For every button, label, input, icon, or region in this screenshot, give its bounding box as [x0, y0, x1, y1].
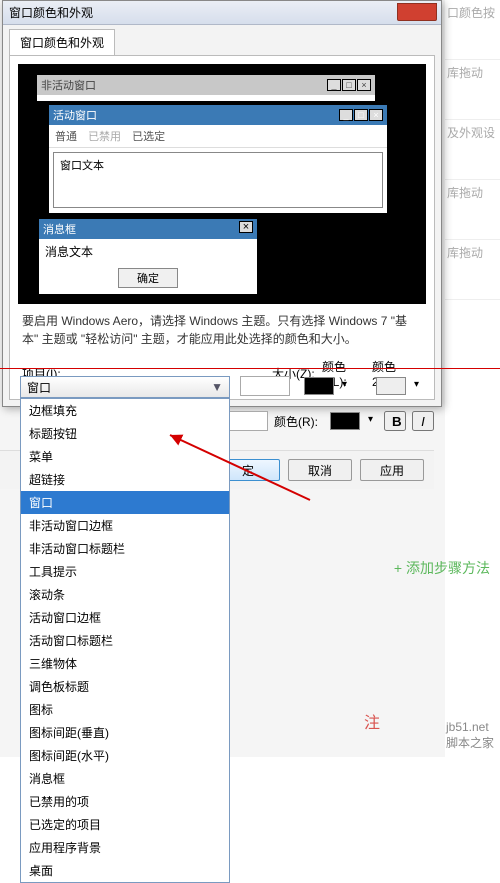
side-text: 及外观设 [445, 120, 500, 180]
msgbox-ok-button: 确定 [118, 268, 178, 288]
combo-option[interactable]: 图标 [21, 698, 229, 721]
bold-button[interactable]: B [384, 411, 406, 431]
maximize-icon: □ [342, 79, 356, 91]
chevron-down-icon: ▼ [211, 380, 223, 394]
side-text: 库拖动 [445, 240, 500, 300]
preview-msgbox: 消息框 × 消息文本 确定 [38, 218, 258, 295]
cancel-button[interactable]: 取消 [288, 459, 352, 481]
msgbox-title: 消息框 [43, 221, 76, 237]
combo-option[interactable]: 桌面 [21, 859, 229, 882]
combo-option[interactable]: 工具提示 [21, 560, 229, 583]
color1-swatch[interactable] [304, 377, 334, 395]
preview-menu: 普通 已禁用 已选定 [49, 125, 387, 148]
italic-button[interactable]: I [412, 411, 434, 431]
side-text: 口颜色按 [445, 0, 500, 60]
maximize-icon: □ [354, 109, 368, 121]
item-combobox[interactable]: 窗口 ▼ 边框填充标题按钮菜单超链接窗口非活动窗口边框非活动窗口标题栏工具提示滚… [20, 376, 230, 883]
combo-option[interactable]: 调色板标题 [21, 675, 229, 698]
combo-option[interactable]: 活动窗口标题栏 [21, 629, 229, 652]
note-text: 注 [364, 709, 380, 733]
apply-button[interactable]: 应用 [360, 459, 424, 481]
combo-value: 窗口 [27, 379, 51, 396]
close-icon: × [239, 221, 253, 233]
size-spinner[interactable] [240, 376, 290, 396]
preview-area: 非活动窗口 _□× 活动窗口 _□× 普通 已禁用 已选定 窗口文本 [18, 64, 426, 304]
side-text: 库拖动 [445, 60, 500, 120]
combo-option[interactable]: 窗口 [21, 491, 229, 514]
combo-option[interactable]: 三维物体 [21, 652, 229, 675]
annotation-line [0, 368, 500, 369]
combo-option[interactable]: 已选定的项目 [21, 813, 229, 836]
window-text: 窗口文本 [54, 153, 382, 177]
combo-option[interactable]: 已禁用的项 [21, 790, 229, 813]
fcolor-label: 颜色(R): [274, 413, 324, 430]
combo-option[interactable]: 图标间距(水平) [21, 744, 229, 767]
active-window-title: 活动窗口 [53, 107, 97, 123]
combo-option[interactable]: 消息框 [21, 767, 229, 790]
hint-text: 要启用 Windows Aero，请选择 Windows 主题。只有选择 Win… [18, 304, 426, 356]
minimize-icon: _ [339, 109, 353, 121]
menu-item: 已选定 [132, 131, 165, 143]
dialog-titlebar[interactable]: 窗口颜色和外观 [3, 1, 441, 25]
close-icon[interactable] [397, 3, 437, 21]
combo-selected[interactable]: 窗口 ▼ [20, 376, 230, 398]
tab-window-color[interactable]: 窗口颜色和外观 [9, 29, 115, 55]
dialog-title: 窗口颜色和外观 [9, 4, 93, 21]
menu-item: 已禁用 [88, 131, 121, 143]
dialog-content: 非活动窗口 _□× 活动窗口 _□× 普通 已禁用 已选定 窗口文本 [9, 55, 435, 400]
watermark: jb51.net脚本之家 [446, 720, 494, 751]
combo-option[interactable]: 标题按钮 [21, 422, 229, 445]
close-icon: × [357, 79, 371, 91]
font-color-swatch[interactable] [330, 412, 360, 430]
minimize-icon: _ [327, 79, 341, 91]
combo-option[interactable]: 边框填充 [21, 399, 229, 422]
inactive-window-title: 非活动窗口 [41, 77, 96, 93]
window-buttons: _□× [326, 79, 371, 91]
preview-inactive-window: 非活动窗口 _□× [36, 74, 376, 102]
close-icon: × [369, 109, 383, 121]
combo-dropdown: 边框填充标题按钮菜单超链接窗口非活动窗口边框非活动窗口标题栏工具提示滚动条活动窗… [20, 398, 230, 883]
combo-option[interactable]: 图标间距(垂直) [21, 721, 229, 744]
color2-swatch[interactable] [376, 377, 406, 395]
combo-option[interactable]: 滚动条 [21, 583, 229, 606]
combo-option[interactable]: 非活动窗口边框 [21, 514, 229, 537]
combo-option[interactable]: 超链接 [21, 468, 229, 491]
window-color-dialog: 窗口颜色和外观 窗口颜色和外观 非活动窗口 _□× 活动窗口 _□× 普通 已禁 [2, 0, 442, 407]
side-text: 库拖动 [445, 180, 500, 240]
menu-item: 普通 [55, 131, 77, 143]
background-sidebar: 口颜色按 库拖动 及外观设 库拖动 库拖动 [445, 0, 500, 757]
combo-option[interactable]: 活动窗口边框 [21, 606, 229, 629]
combo-option[interactable]: 应用程序背景 [21, 836, 229, 859]
msgbox-text: 消息文本 [39, 239, 257, 264]
window-buttons: _□× [338, 109, 383, 121]
add-step-link[interactable]: + 添加步骤方法 [394, 558, 490, 578]
combo-option[interactable]: 非活动窗口标题栏 [21, 537, 229, 560]
combo-option[interactable]: 菜单 [21, 445, 229, 468]
preview-active-window: 活动窗口 _□× 普通 已禁用 已选定 窗口文本 [48, 104, 388, 214]
font-size-spinner[interactable] [228, 411, 268, 431]
